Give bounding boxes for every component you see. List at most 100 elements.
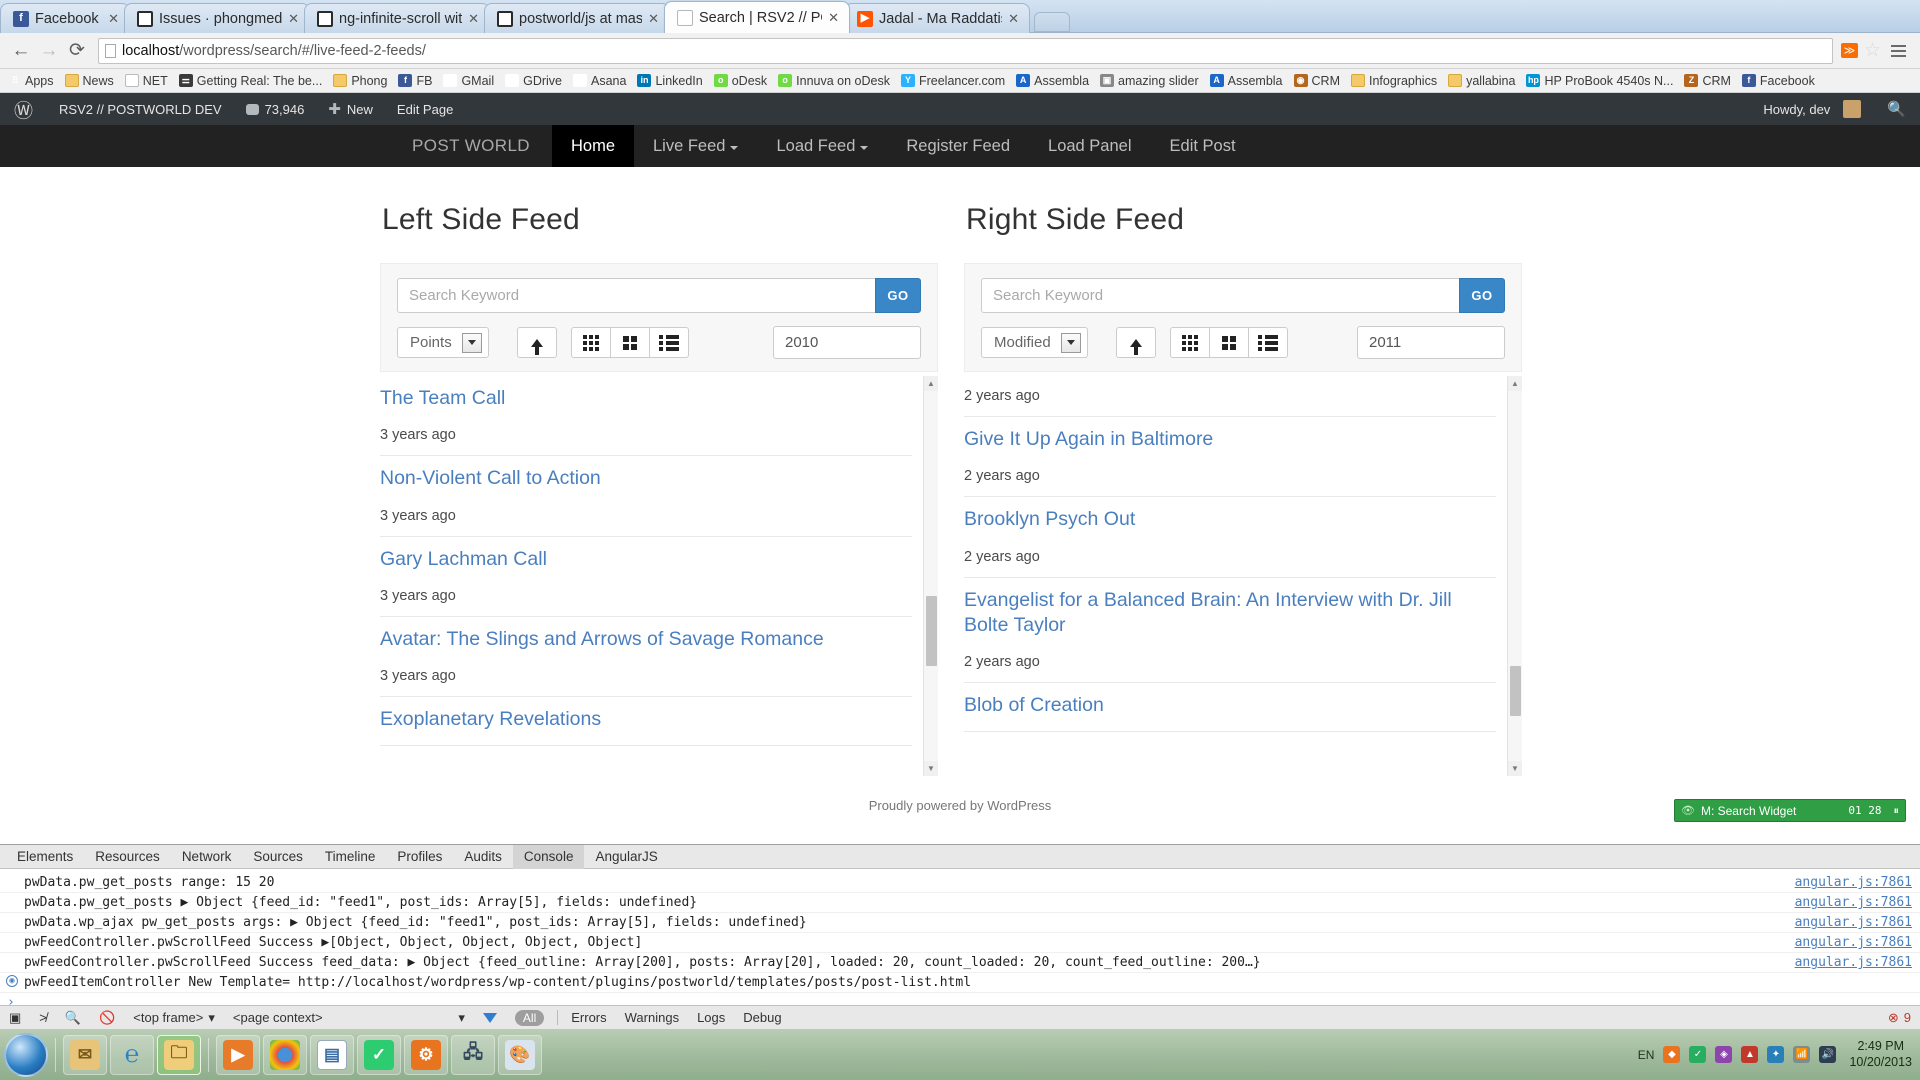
close-icon[interactable]: ✕ — [648, 11, 659, 27]
chrome-menu-icon[interactable] — [1887, 42, 1910, 60]
close-icon[interactable]: ✕ — [1008, 11, 1019, 27]
taskbar-checkmark-app[interactable]: ✓ — [357, 1034, 401, 1075]
pause-icon[interactable]: ⏸ — [1894, 804, 1900, 818]
site-brand[interactable]: POST WORLD — [412, 125, 552, 167]
clear-console-icon[interactable]: 🚫 — [90, 1006, 124, 1030]
admin-bar-edit-page[interactable]: Edit Page — [385, 93, 465, 125]
taskbar-settings[interactable]: ⚙ — [404, 1034, 448, 1075]
bookmark-assembla-2[interactable]: A Assembla — [1209, 74, 1283, 88]
devtools-tab-timeline[interactable]: Timeline — [314, 845, 387, 869]
console-source-link[interactable]: angular.js:7861 — [1795, 895, 1912, 910]
devtools-tab-audits[interactable]: Audits — [453, 845, 513, 869]
bookmark-phong[interactable]: Phong — [333, 74, 387, 88]
new-tab-button[interactable] — [1034, 12, 1070, 32]
filter-icon[interactable] — [474, 1006, 506, 1030]
list-item[interactable]: Blob of Creation — [964, 683, 1496, 732]
frame-selector[interactable]: <top frame> ▾ — [124, 1006, 224, 1030]
bookmark-crm-2[interactable]: Z CRM — [1684, 74, 1731, 88]
language-indicator[interactable]: EN — [1638, 1048, 1655, 1062]
right-sort-select[interactable]: Modified — [981, 327, 1088, 358]
left-view-tiles-button[interactable] — [609, 327, 650, 358]
tray-icon-2[interactable]: ✓ — [1689, 1046, 1707, 1063]
filter-all[interactable]: All — [506, 1006, 553, 1030]
tray-icon-4[interactable]: ▲ — [1741, 1046, 1759, 1063]
post-title-link[interactable]: Give It Up Again in Baltimore — [964, 427, 1496, 452]
taskbar-clock[interactable]: 2:49 PM 10/20/2013 — [1845, 1039, 1912, 1070]
taskbar-outlook[interactable]: ✉ — [63, 1034, 107, 1075]
taskbar-internet-explorer[interactable]: ℮ — [110, 1034, 154, 1075]
bookmark-odesk[interactable]: o oDesk — [713, 74, 767, 88]
browser-tab[interactable]: O postworld/js at master · pl ✕ — [484, 3, 670, 33]
bookmark-innuva-odesk[interactable]: o Innuva on oDesk — [778, 74, 890, 88]
left-view-list-button[interactable] — [648, 327, 689, 358]
filter-debug[interactable]: Debug — [734, 1006, 790, 1030]
close-icon[interactable]: ✕ — [288, 11, 299, 27]
nav-item-live-feed[interactable]: Live Feed — [634, 125, 757, 167]
scroll-up-icon[interactable]: ▲ — [1508, 376, 1522, 391]
browser-tab[interactable]: O Issues · phongmedia/post ✕ — [124, 3, 310, 33]
nav-item-edit-post[interactable]: Edit Post — [1151, 125, 1255, 167]
left-feed-scrollbar[interactable]: ▲ ▼ — [923, 376, 938, 776]
start-button[interactable] — [4, 1032, 48, 1077]
admin-bar-new[interactable]: ✚ New — [316, 93, 385, 125]
list-item[interactable]: Evangelist for a Balanced Brain: An Inte… — [964, 578, 1496, 684]
console-prompt[interactable]: › — [0, 993, 1920, 1010]
close-icon[interactable]: ✕ — [828, 10, 839, 26]
volume-icon[interactable]: 🔊 — [1819, 1046, 1837, 1063]
post-title-link[interactable]: Gary Lachman Call — [380, 547, 912, 572]
filter-logs[interactable]: Logs — [688, 1006, 734, 1030]
taskbar-explorer[interactable]: 🗀 — [157, 1034, 201, 1075]
bookmark-apps[interactable]: ⠿ Apps — [7, 74, 54, 88]
left-go-button[interactable]: GO — [875, 278, 921, 313]
search-icon[interactable]: 🔍 — [56, 1006, 90, 1030]
admin-bar-comments[interactable]: 73,946 — [234, 93, 317, 125]
bookmark-getting-real[interactable]: ⚌ Getting Real: The be... — [178, 74, 322, 88]
scrollbar-thumb[interactable] — [1510, 666, 1521, 716]
post-title-link[interactable]: Evangelist for a Balanced Brain: An Inte… — [964, 588, 1496, 639]
right-view-tiles-button[interactable] — [1208, 327, 1249, 358]
bookmark-star-icon[interactable]: ☆ — [1864, 39, 1881, 62]
filter-errors[interactable]: Errors — [562, 1006, 615, 1030]
devtools-tab-profiles[interactable]: Profiles — [386, 845, 453, 869]
network-tray-icon[interactable]: 📶 — [1793, 1046, 1811, 1063]
toggle-dock-icon[interactable]: ▣ — [0, 1006, 30, 1030]
post-title-link[interactable]: Non-Violent Call to Action — [380, 466, 912, 491]
close-icon[interactable]: ✕ — [108, 11, 119, 27]
bookmark-net[interactable]: ▤ NET — [124, 74, 168, 88]
right-go-button[interactable]: GO — [1459, 278, 1505, 313]
bookmark-asana[interactable]: a Asana — [573, 74, 626, 88]
list-item[interactable]: Exoplanetary Revelations — [380, 697, 912, 746]
bookmark-fb[interactable]: f FB — [398, 74, 432, 88]
filter-warnings[interactable]: Warnings — [616, 1006, 688, 1030]
post-title-link[interactable]: Blob of Creation — [964, 693, 1496, 718]
scroll-down-icon[interactable]: ▼ — [1508, 761, 1522, 776]
taskbar-media-player[interactable]: ▶ — [216, 1034, 260, 1075]
browser-tab[interactable]: O ng-infinite-scroll with Mu ✕ — [304, 3, 490, 33]
devtools-tab-sources[interactable]: Sources — [242, 845, 314, 869]
scrollbar-thumb[interactable] — [926, 596, 937, 666]
error-count-badge[interactable]: ⊗ 9 — [1879, 1006, 1920, 1030]
devtools-tab-console[interactable]: Console — [512, 844, 585, 869]
context-selector[interactable]: <page context> ▾ — [224, 1006, 474, 1030]
bluetooth-icon[interactable]: ✦ — [1767, 1046, 1785, 1063]
admin-bar-howdy[interactable]: Howdy, dev — [1751, 93, 1873, 125]
list-item-partial[interactable]: 2 years ago — [964, 376, 1496, 417]
bookmark-linkedin[interactable]: in LinkedIn — [637, 74, 703, 88]
pretty-print-icon[interactable]: ≯ — [30, 1006, 56, 1030]
back-button-icon[interactable]: ← — [8, 38, 34, 64]
devtools-tab-resources[interactable]: Resources — [84, 845, 171, 869]
status-toast[interactable]: 👁 M: Search Widget 01 28 ⏸ — [1674, 799, 1906, 822]
right-search-input[interactable] — [981, 278, 1459, 313]
nav-item-home[interactable]: Home — [551, 125, 634, 167]
console-source-link[interactable]: angular.js:7861 — [1795, 935, 1912, 950]
bookmark-news[interactable]: News — [64, 74, 114, 88]
right-view-grid-button[interactable] — [1169, 327, 1210, 358]
bookmark-yallabina[interactable]: yallabina — [1448, 74, 1515, 88]
post-title-link[interactable]: Brooklyn Psych Out — [964, 507, 1496, 532]
bookmark-gmail[interactable]: M GMail — [443, 74, 494, 88]
nav-item-load-panel[interactable]: Load Panel — [1029, 125, 1151, 167]
console-source-link[interactable]: angular.js:7861 — [1795, 955, 1912, 970]
tray-icon-3[interactable]: ◈ — [1715, 1046, 1733, 1063]
console-source-link[interactable]: angular.js:7861 — [1795, 915, 1912, 930]
right-sort-ascending-button[interactable] — [1115, 327, 1156, 358]
